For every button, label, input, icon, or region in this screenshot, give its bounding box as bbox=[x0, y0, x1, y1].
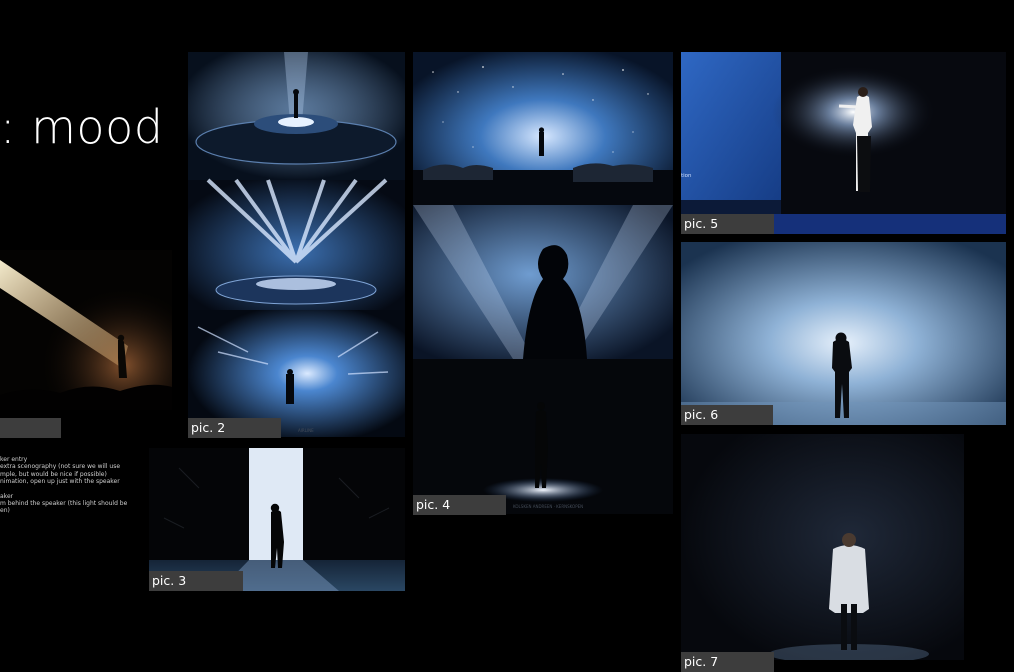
mood-image-1 bbox=[0, 250, 172, 410]
pic-1-label bbox=[0, 418, 61, 438]
mood-image-3 bbox=[149, 448, 405, 591]
note-line: m behind the speaker (this light should … bbox=[0, 500, 128, 508]
svg-text:KOLSKEN ANDREEN · KERNSKOPEN: KOLSKEN ANDREEN · KERNSKOPEN bbox=[513, 504, 583, 509]
pic-5-label: pic. 5 bbox=[681, 214, 774, 234]
mood-image-5: tion bbox=[681, 52, 1006, 234]
note-line: extra scenography (not sure we will use bbox=[0, 463, 121, 471]
mood-image-2: AIRLINE bbox=[188, 52, 405, 437]
notes-text: ker entry extra scenography (not sure we… bbox=[0, 456, 140, 515]
mood-image-4: KOLSKEN ANDREEN · KERNSKOPEN bbox=[413, 52, 673, 514]
pic-3-label: pic. 3 bbox=[149, 571, 243, 591]
pic-7-label: pic. 7 bbox=[681, 652, 774, 672]
mood-image-6 bbox=[681, 242, 1006, 425]
note-line: aker bbox=[0, 492, 14, 500]
note-line: en) bbox=[0, 507, 10, 515]
note-spacer bbox=[0, 486, 140, 493]
page-title: : mood bbox=[0, 100, 164, 154]
svg-text:AIRLINE: AIRLINE bbox=[298, 428, 314, 433]
pic-6-label: pic. 6 bbox=[681, 405, 773, 425]
note-line: ker entry bbox=[0, 456, 28, 463]
note-line: mple, but would be nice if possible) bbox=[0, 470, 107, 478]
pic-2-label: pic. 2 bbox=[188, 418, 281, 438]
note-line: nimation, open up just with the speaker bbox=[0, 478, 120, 486]
mood-image-7 bbox=[681, 434, 964, 660]
pic-4-label: pic. 4 bbox=[413, 495, 506, 515]
